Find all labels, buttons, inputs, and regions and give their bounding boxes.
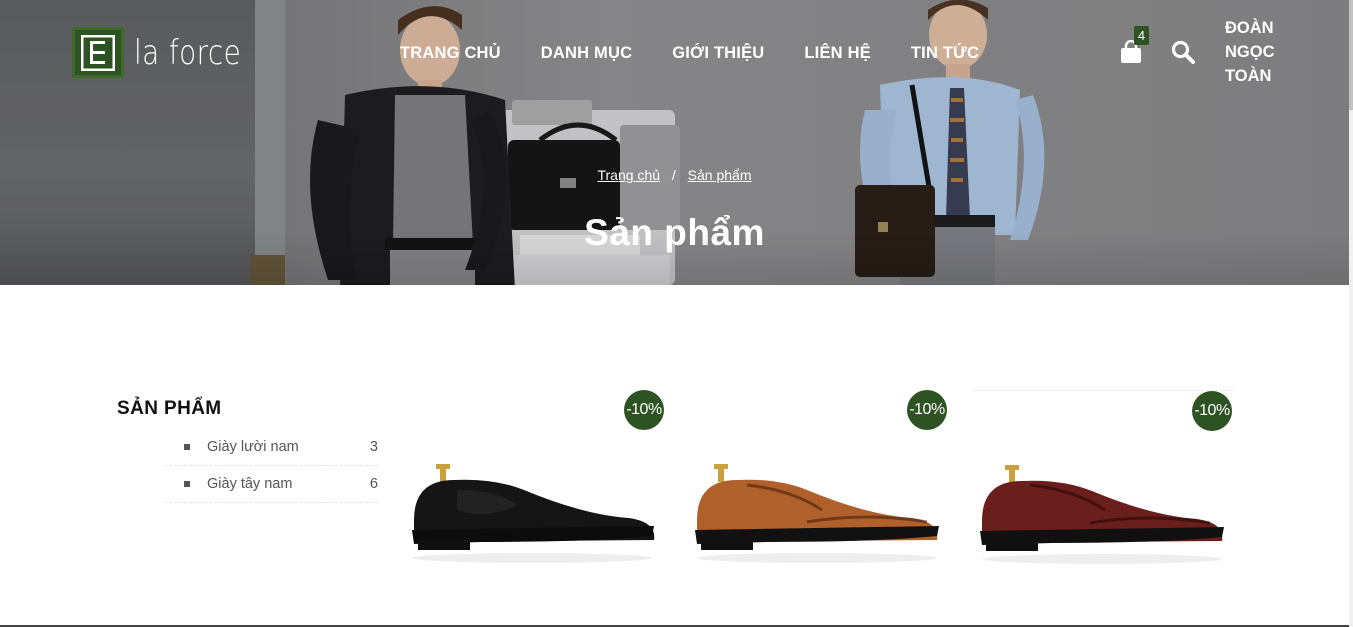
- category-list: Giày lười nam 3 Giày tây nam 6: [164, 429, 378, 503]
- nav-item-about[interactable]: GIỚI THIỆU: [672, 44, 764, 63]
- category-count: 3: [369, 439, 378, 455]
- product-card[interactable]: -10%: [687, 390, 949, 570]
- nav-item-contact[interactable]: LIÊN HỆ: [804, 44, 871, 63]
- category-item-dress-shoes[interactable]: Giày tây nam 6: [164, 466, 378, 503]
- square-bullet-icon: [184, 444, 190, 450]
- shoe-image: [695, 464, 939, 563]
- category-count: 6: [369, 476, 378, 492]
- main-nav: TRANG CHỦ DANH MỤC GIỚI THIỆU LIÊN HỆ TI…: [400, 44, 1019, 63]
- product-card[interactable]: -10%: [972, 390, 1234, 570]
- page-scrollbar[interactable]: [1349, 0, 1353, 627]
- brand-name: la force: [134, 32, 242, 73]
- breadcrumb: Trang chủ / Sản phẩm: [0, 167, 1349, 183]
- nav-item-home[interactable]: TRANG CHỦ: [400, 44, 501, 63]
- shoe-image: [980, 465, 1224, 564]
- square-bullet-icon: [184, 481, 190, 487]
- scrollbar-thumb[interactable]: [1349, 0, 1353, 110]
- breadcrumb-home[interactable]: Trang chủ: [597, 167, 660, 183]
- cart-count-badge: 4: [1134, 26, 1149, 45]
- nav-item-news[interactable]: TIN TỨC: [911, 44, 979, 63]
- discount-badge: -10%: [624, 390, 664, 430]
- page-title: Sản phẩm: [584, 212, 765, 253]
- brand-logo[interactable]: la force: [72, 27, 265, 78]
- hero-banner: la force TRANG CHỦ DANH MỤC GIỚI THIỆU L…: [0, 0, 1349, 285]
- breadcrumb-current[interactable]: Sản phẩm: [688, 167, 752, 183]
- product-card[interactable]: -10%: [402, 390, 664, 570]
- sidebar-title: SẢN PHẨM: [117, 398, 222, 419]
- discount-badge: -10%: [1192, 391, 1232, 431]
- category-label: Giày lười nam: [207, 439, 299, 455]
- category-item-loafers[interactable]: Giày lười nam 3: [164, 429, 378, 466]
- logo-mark-icon: [72, 27, 124, 78]
- category-label: Giày tây nam: [207, 476, 293, 492]
- discount-badge: -10%: [907, 390, 947, 430]
- search-icon[interactable]: [1171, 40, 1195, 64]
- breadcrumb-separator: /: [671, 167, 676, 183]
- user-name-link[interactable]: ĐOÀN NGỌC TOÀN: [1225, 16, 1295, 88]
- shoe-image: [412, 464, 655, 563]
- nav-item-categories[interactable]: DANH MỤC: [541, 44, 632, 63]
